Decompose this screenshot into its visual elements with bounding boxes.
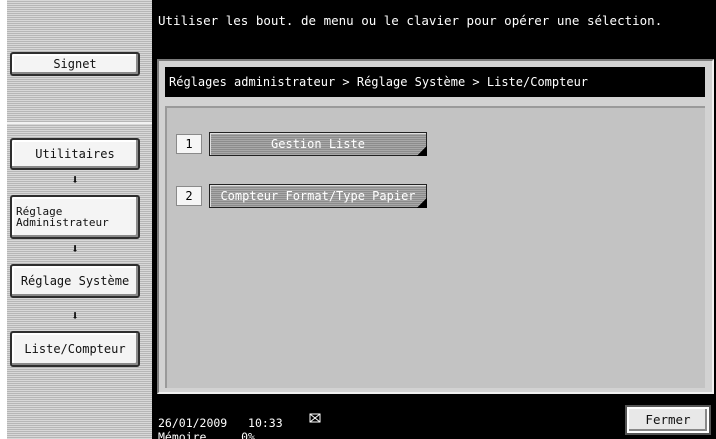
sidebar: Signet Utilitaires ⬇ Réglage Administrat… xyxy=(7,0,152,439)
status-time: 10:33 xyxy=(248,416,283,430)
down-arrow-icon: ⬇ xyxy=(71,173,79,188)
list-management-label: Gestion Liste xyxy=(271,137,365,151)
screen: Signet Utilitaires ⬇ Réglage Administrat… xyxy=(7,0,716,439)
status-date: 26/01/2009 xyxy=(158,416,228,430)
counter-paper-type-label: Compteur Format/Type Papier xyxy=(220,189,416,203)
utilities-button[interactable]: Utilitaires xyxy=(10,138,140,170)
hdd-icon xyxy=(309,413,321,427)
system-settings-button[interactable]: Réglage Système xyxy=(10,264,140,298)
admin-settings-button[interactable]: Réglage Administrateur xyxy=(10,195,140,239)
memory-label: Mémoire xyxy=(158,430,207,439)
corner-mark-icon xyxy=(417,198,427,208)
close-button[interactable]: Fermer xyxy=(627,407,709,433)
list-counter-label: Liste/Compteur xyxy=(24,342,126,356)
menu-number: 2 xyxy=(176,186,202,206)
list-management-button[interactable]: Gestion Liste xyxy=(209,132,427,156)
utilities-label: Utilitaires xyxy=(35,147,115,161)
status-memory: Mémoire 0% xyxy=(158,430,255,439)
memory-value: 0% xyxy=(241,430,255,439)
list-counter-button[interactable]: Liste/Compteur xyxy=(10,331,140,367)
status-datetime: 26/01/2009 10:33 xyxy=(158,416,283,430)
corner-mark-icon xyxy=(417,146,427,156)
menu-number: 1 xyxy=(176,134,202,154)
counter-paper-type-button[interactable]: Compteur Format/Type Papier xyxy=(209,184,427,208)
bookmark-label: Signet xyxy=(53,57,97,71)
admin-label-line2: Administrateur xyxy=(16,216,109,229)
breadcrumb: Réglages administrateur > Réglage Systèm… xyxy=(165,67,705,97)
close-label: Fermer xyxy=(645,412,691,427)
main-panel: Réglages administrateur > Réglage Systèm… xyxy=(157,59,714,394)
down-arrow-icon: ⬇ xyxy=(71,309,79,324)
sidebar-divider xyxy=(7,122,152,124)
menu-area: 1 Gestion Liste 2 Compteur Format/Type P… xyxy=(165,106,705,388)
down-arrow-icon: ⬇ xyxy=(71,242,79,257)
bookmark-button[interactable]: Signet xyxy=(10,52,140,76)
system-settings-label: Réglage Système xyxy=(20,274,130,288)
instruction-message: Utiliser les bout. de menu ou le clavier… xyxy=(158,13,663,28)
